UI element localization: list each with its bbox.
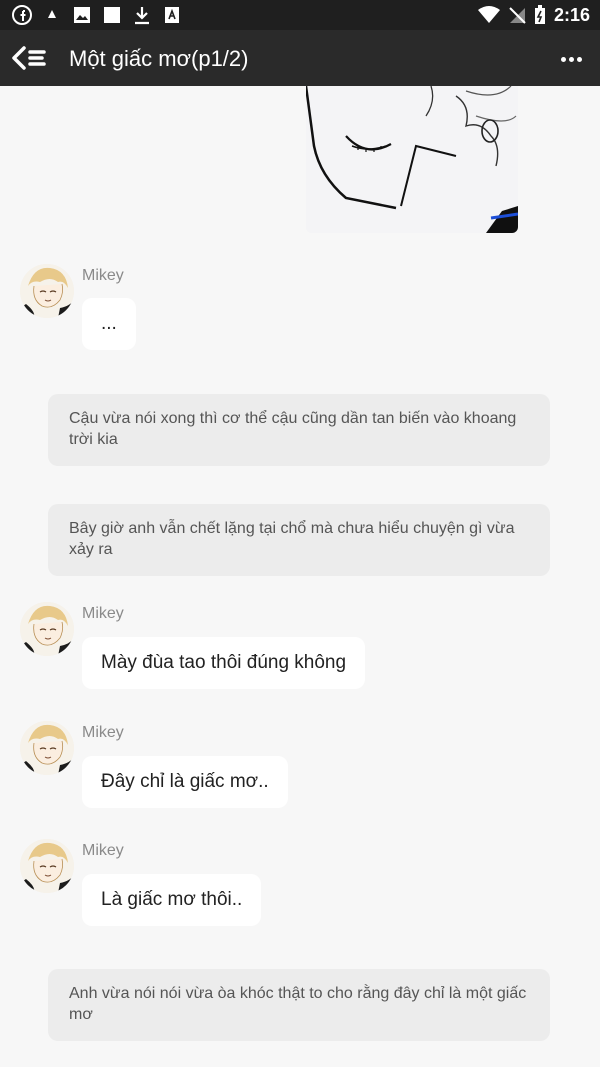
avatar[interactable] [20, 721, 74, 775]
narration-box[interactable]: Anh vừa nói nói vừa òa khóc thật to cho … [48, 969, 550, 1041]
narration-box[interactable]: Bây giờ anh vẫn chết lặng tại chổ mà chư… [48, 504, 550, 576]
sender-name: Mikey [82, 724, 124, 741]
app-bar: Một giấc mơ(p1/2) [0, 30, 600, 86]
status-bar: 2:16 [0, 0, 600, 30]
more-dot [568, 56, 574, 62]
page-title: Một giấc mơ(p1/2) [69, 46, 249, 71]
gallery-icon [74, 7, 90, 23]
mikey-avatar-image [20, 839, 74, 893]
more-dot [576, 56, 582, 62]
square-icon [104, 7, 120, 23]
avatar[interactable] [20, 839, 74, 893]
back-menu-icon [12, 46, 46, 70]
status-time: 2:16 [553, 4, 590, 25]
mikey-avatar-image [20, 264, 74, 318]
avatar[interactable] [20, 602, 74, 656]
notification-icon [46, 10, 58, 21]
sender-name: Mikey [82, 842, 124, 859]
shared-image[interactable] [306, 86, 518, 233]
message-bubble[interactable]: Đây chỉ là giấc mơ.. [82, 756, 288, 808]
download-icon [135, 7, 149, 25]
more-options-button[interactable] [558, 46, 584, 72]
sender-name: Mikey [82, 605, 124, 622]
chat-feed[interactable]: Mikey ... Cậu vừa nói xong thì cơ thể cậ… [0, 86, 600, 1067]
message-bubble[interactable]: Mày đùa tao thôi đúng không [82, 637, 366, 689]
mikey-avatar-image [20, 602, 74, 656]
more-dot [560, 56, 566, 62]
message-bubble[interactable]: Là giấc mơ thôi.. [82, 874, 262, 926]
app-icon [165, 7, 179, 23]
battery-icon [534, 5, 545, 24]
avatar[interactable] [20, 264, 74, 318]
wifi-icon [477, 6, 500, 23]
message-bubble[interactable]: ... [82, 298, 136, 350]
manga-drawing [306, 86, 518, 233]
facebook-icon [12, 5, 32, 25]
narration-box[interactable]: Cậu vừa nói xong thì cơ thể cậu cũng dần… [48, 394, 550, 466]
no-signal-icon [509, 7, 526, 24]
sender-name: Mikey [82, 267, 124, 284]
back-button[interactable] [10, 42, 48, 74]
mikey-avatar-image [20, 721, 74, 775]
